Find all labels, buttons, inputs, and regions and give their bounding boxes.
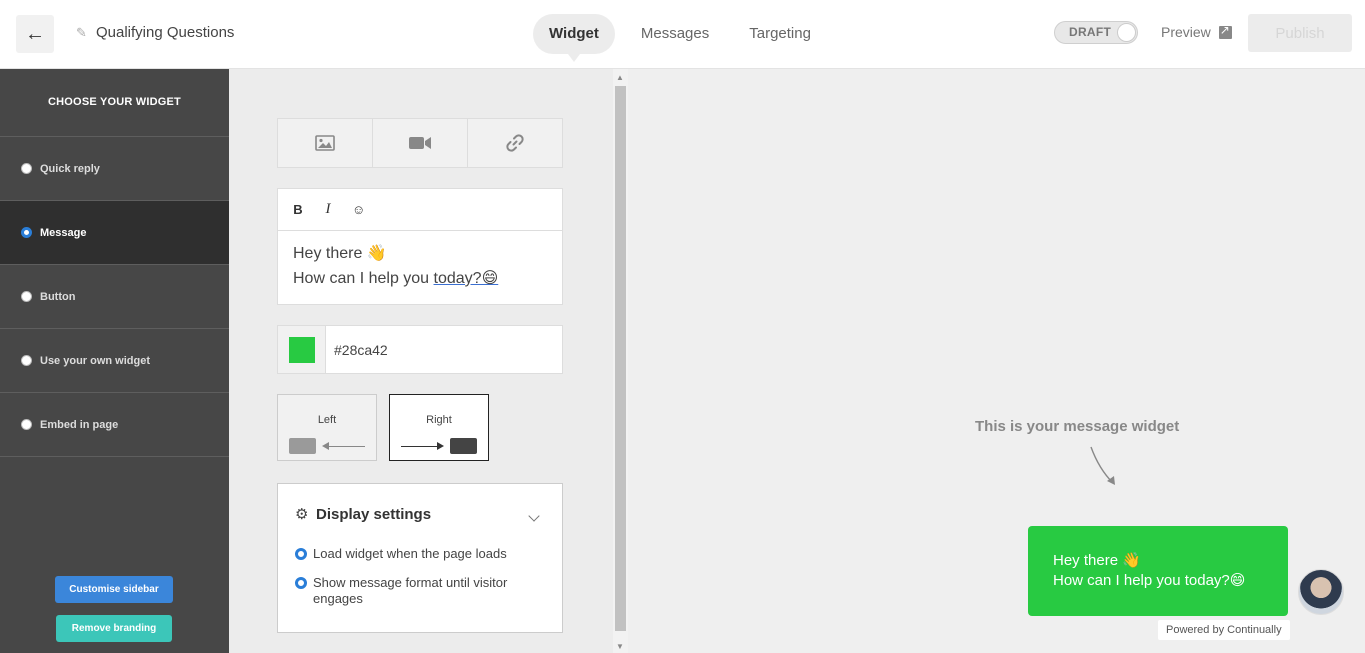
sidebar-item-embed[interactable]: Embed in page (0, 393, 229, 457)
bubble-line-2: How can I help you today?😄 (1053, 572, 1246, 589)
display-settings-panel: ⚙ Display settings Load widget when the … (277, 483, 563, 633)
message-editor[interactable]: B I ☺ Hey there 👋 How can I help you tod… (277, 188, 563, 305)
back-button[interactable]: ← (16, 15, 54, 53)
draft-label: DRAFT (1069, 25, 1112, 39)
customise-sidebar-button[interactable]: Customise sidebar (55, 576, 173, 603)
sidebar-item-label: Quick reply (40, 162, 100, 175)
sidebar-item-label: Button (40, 290, 76, 303)
link-icon (506, 134, 524, 152)
message-text-area[interactable]: Hey there 👋 How can I help you today?😄 (278, 231, 562, 301)
color-swatch (288, 336, 315, 363)
position-right-button[interactable]: Right (389, 394, 489, 461)
video-button[interactable] (373, 119, 468, 167)
arrow-left-icon: ← (25, 22, 45, 45)
sidebar-item-label: Embed in page (40, 418, 119, 431)
agent-avatar[interactable] (1298, 569, 1344, 615)
message-line-2: How can I help you today?😄 (293, 266, 547, 291)
powered-by-label: Powered by Continually (1158, 620, 1290, 640)
scroll-up-icon[interactable]: ▲ (616, 73, 624, 82)
color-picker[interactable]: #28ca42 (277, 325, 563, 374)
draft-toggle[interactable]: DRAFT (1054, 21, 1138, 44)
scroll-down-icon[interactable]: ▼ (616, 642, 624, 651)
bubble-line-1: Hey there 👋 (1053, 552, 1141, 569)
link-button[interactable] (468, 119, 562, 167)
message-line-1: Hey there 👋 (293, 245, 387, 262)
tab-targeting[interactable]: Targeting (735, 14, 825, 54)
position-left-button[interactable]: Left (277, 394, 377, 461)
tab-widget[interactable]: Widget (533, 14, 615, 62)
video-icon (409, 137, 431, 149)
radio-icon[interactable] (21, 291, 32, 302)
toggle-knob (1117, 23, 1136, 42)
external-link-icon (1218, 23, 1232, 39)
option-load-label: Load widget when the page loads (313, 546, 507, 561)
radio-selected-icon[interactable] (295, 548, 307, 560)
remove-branding-button[interactable]: Remove branding (56, 615, 172, 642)
display-settings-title: Display settings (316, 506, 432, 523)
preview-hint: This is your message widget (975, 418, 1180, 435)
tab-messages[interactable]: Messages (627, 14, 723, 54)
title-area[interactable]: ✎ Qualifying Questions (76, 24, 234, 41)
bold-button[interactable]: B (292, 202, 304, 217)
sidebar-item-quick-reply[interactable]: Quick reply (0, 137, 229, 201)
italic-button[interactable]: I (322, 201, 334, 218)
radio-icon[interactable] (21, 355, 32, 366)
arrow-line (401, 446, 441, 447)
page-title[interactable]: Qualifying Questions (96, 24, 234, 41)
sidebar-item-message[interactable]: Message (0, 201, 229, 265)
radio-selected-icon[interactable] (21, 227, 32, 238)
scroll-thumb[interactable] (615, 86, 626, 631)
format-toolbar: B I ☺ (278, 189, 562, 231)
preview-label: Preview (1161, 24, 1211, 40)
message-line-2-text: How can I help you (293, 270, 434, 287)
radio-selected-icon[interactable] (295, 577, 307, 589)
image-button[interactable] (278, 119, 373, 167)
radio-icon[interactable] (21, 163, 32, 174)
arrow-right-icon (437, 442, 444, 450)
sidebar-item-label: Use your own widget (40, 354, 151, 367)
option-show-label: Show message format until visitor engage… (313, 575, 508, 606)
display-settings-header[interactable]: ⚙ Display settings (295, 506, 431, 523)
arrow-line (325, 446, 365, 447)
option-show-until-engage[interactable]: Show message format until visitor engage… (295, 575, 535, 607)
hint-arrow-icon (1090, 446, 1115, 485)
color-swatch-button[interactable] (278, 326, 326, 373)
sidebar-item-own-widget[interactable]: Use your own widget (0, 329, 229, 393)
chevron-down-icon[interactable] (528, 510, 540, 522)
radio-icon[interactable] (21, 419, 32, 430)
message-line-2-underlined: today?😄 (433, 270, 499, 287)
left-position-icon (289, 438, 316, 454)
editor-scrollbar[interactable]: ▲ ▼ (613, 69, 628, 653)
option-load-on-page-load[interactable]: Load widget when the page loads (295, 546, 507, 562)
image-icon (315, 135, 335, 151)
gear-icon: ⚙ (295, 506, 309, 523)
pencil-icon: ✎ (76, 24, 87, 40)
sidebar-item-label: Message (40, 226, 87, 239)
publish-button[interactable]: Publish (1248, 14, 1352, 52)
color-value-input[interactable]: #28ca42 (326, 342, 388, 358)
widget-sidebar: CHOOSE YOUR WIDGET Quick reply Message B… (0, 69, 229, 653)
sidebar-heading: CHOOSE YOUR WIDGET (0, 69, 229, 137)
message-widget-bubble[interactable]: Hey there 👋 How can I help you today?😄 (1028, 526, 1288, 616)
sidebar-item-button[interactable]: Button (0, 265, 229, 329)
top-bar: ← ✎ Qualifying Questions Widget Messages… (0, 0, 1365, 69)
position-right-label: Right (426, 414, 452, 426)
right-position-icon (450, 438, 477, 454)
tab-bar: Widget Messages Targeting (533, 14, 825, 62)
emoji-button[interactable]: ☺ (352, 202, 365, 217)
position-left-label: Left (317, 414, 337, 426)
preview-link[interactable]: Preview (1161, 23, 1232, 40)
media-buttons (277, 118, 563, 168)
